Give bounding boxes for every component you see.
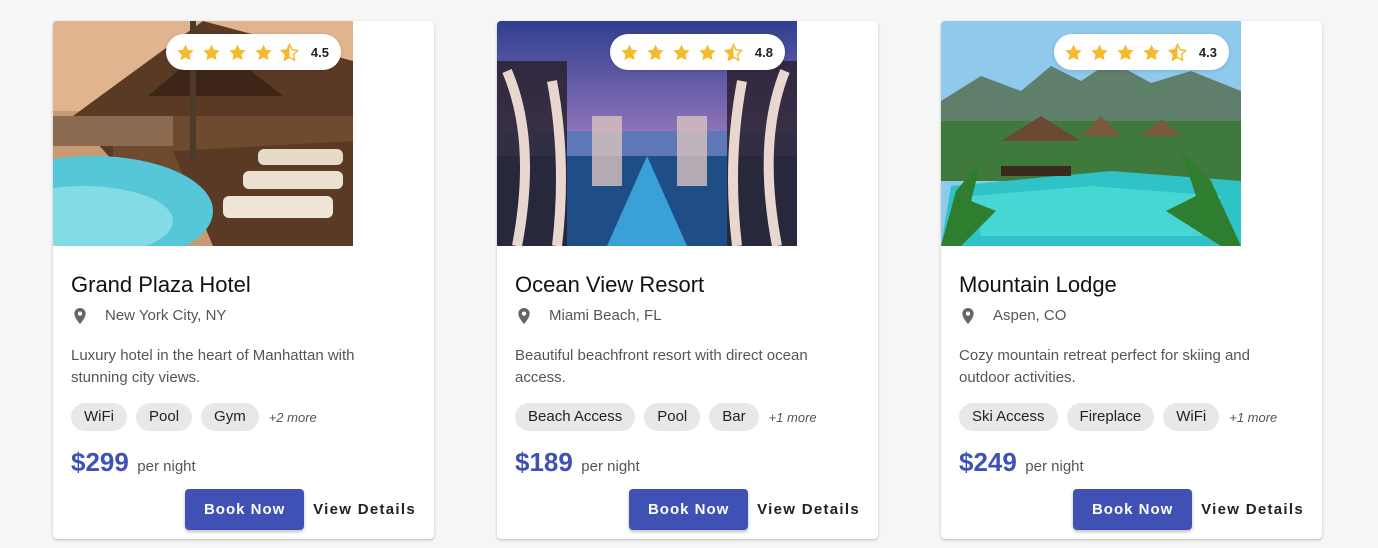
- amenity-chip: Ski Access: [959, 403, 1058, 431]
- hotel-image: 4.5: [53, 21, 353, 246]
- star-icon: [646, 43, 665, 62]
- amenity-list: Beach Access Pool Bar +1 more: [515, 403, 817, 431]
- price: $299 per night: [71, 447, 196, 478]
- hotel-location: Aspen, CO: [961, 307, 1066, 324]
- amenity-chip: Pool: [136, 403, 193, 431]
- rating-value: 4.8: [754, 44, 773, 60]
- hotel-name: Grand Plaza Hotel: [71, 272, 251, 297]
- star-rating: [1064, 43, 1187, 62]
- amenity-chip: Fireplace: [1066, 403, 1155, 431]
- more-amenities: +2 more: [268, 409, 317, 425]
- location-pin-icon: [961, 308, 975, 324]
- star-icon: [1142, 43, 1161, 62]
- card-actions: Book Now View Details: [1073, 489, 1304, 530]
- hotel-description: Beautiful beachfront resort with direct …: [515, 347, 808, 386]
- hotel-card[interactable]: 4.8 Ocean View Resort Miami Beach, FL Be…: [497, 21, 878, 539]
- view-details-button[interactable]: View Details: [1201, 489, 1304, 530]
- star-icon: [202, 43, 221, 62]
- amenity-chip: Bar: [709, 403, 759, 431]
- price-unit: per night: [137, 458, 196, 475]
- book-now-button[interactable]: Book Now: [1073, 489, 1193, 530]
- star-half-icon: [1168, 43, 1187, 62]
- location-text: New York City, NY: [105, 307, 227, 324]
- location-text: Miami Beach, FL: [549, 307, 662, 324]
- star-icon: [228, 43, 247, 62]
- amenity-list: Ski Access Fireplace WiFi +1 more: [959, 403, 1277, 431]
- price: $249 per night: [959, 447, 1084, 478]
- amenity-chip: WiFi: [1163, 403, 1220, 431]
- card-actions: Book Now View Details: [185, 489, 416, 530]
- amenity-list: WiFi Pool Gym +2 more: [71, 403, 317, 431]
- hotel-image: 4.3: [941, 21, 1241, 246]
- star-icon: [672, 43, 691, 62]
- more-amenities: +1 more: [768, 409, 817, 425]
- rating-badge: 4.8: [609, 34, 785, 70]
- price-amount: $189: [515, 447, 573, 477]
- hotel-name: Mountain Lodge: [959, 272, 1117, 297]
- amenity-chip: Gym: [201, 403, 259, 431]
- hotel-name: Ocean View Resort: [515, 272, 705, 297]
- book-now-button[interactable]: Book Now: [629, 489, 749, 530]
- star-icon: [254, 43, 273, 62]
- price-amount: $249: [959, 447, 1017, 477]
- hotel-image: 4.8: [497, 21, 797, 246]
- hotel-location: New York City, NY: [73, 307, 226, 324]
- star-icon: [1064, 43, 1083, 62]
- star-icon: [620, 43, 639, 62]
- star-half-icon: [280, 43, 299, 62]
- more-amenities: +1 more: [1229, 409, 1278, 425]
- price-unit: per night: [581, 458, 640, 475]
- hotel-card[interactable]: 4.5 Grand Plaza Hotel New York City, NY …: [53, 21, 434, 539]
- price-unit: per night: [1025, 458, 1084, 475]
- location-pin-icon: [73, 308, 87, 324]
- rating-value: 4.5: [310, 44, 329, 60]
- price-amount: $299: [71, 447, 129, 477]
- hotel-location: Miami Beach, FL: [517, 307, 662, 324]
- price: $189 per night: [515, 447, 640, 478]
- hotel-description: Cozy mountain retreat perfect for skiing…: [959, 347, 1250, 386]
- star-half-icon: [724, 43, 743, 62]
- location-pin-icon: [517, 308, 531, 324]
- star-icon: [176, 43, 195, 62]
- star-icon: [698, 43, 717, 62]
- card-actions: Book Now View Details: [629, 489, 860, 530]
- amenity-chip: Beach Access: [515, 403, 636, 431]
- hotel-card[interactable]: 4.3 Mountain Lodge Aspen, CO Cozy mounta…: [941, 21, 1322, 539]
- rating-badge: 4.3: [1053, 34, 1229, 70]
- view-details-button[interactable]: View Details: [757, 489, 860, 530]
- view-details-button[interactable]: View Details: [313, 489, 416, 530]
- hotel-card-grid: 4.5 Grand Plaza Hotel New York City, NY …: [0, 0, 1378, 548]
- amenity-chip: WiFi: [71, 403, 127, 431]
- star-rating: [620, 43, 743, 62]
- rating-value: 4.3: [1198, 44, 1217, 60]
- star-icon: [1090, 43, 1109, 62]
- star-icon: [1116, 43, 1135, 62]
- hotel-description: Luxury hotel in the heart of Manhattan w…: [71, 347, 355, 386]
- star-rating: [176, 43, 299, 62]
- rating-badge: 4.5: [165, 34, 341, 70]
- location-text: Aspen, CO: [993, 307, 1067, 324]
- book-now-button[interactable]: Book Now: [185, 489, 305, 530]
- amenity-chip: Pool: [644, 403, 701, 431]
